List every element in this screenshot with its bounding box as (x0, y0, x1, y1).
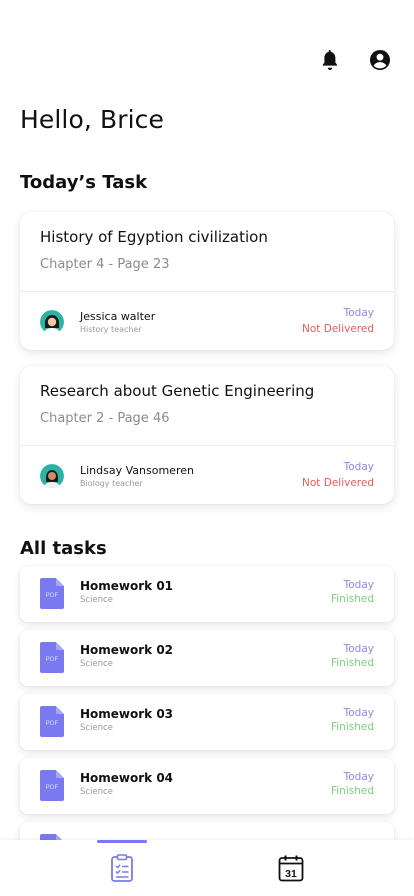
task-title: History of Egyption civilization (40, 228, 268, 246)
homework-card[interactable]: PDF Homework 03 Science Today Finished (20, 694, 394, 750)
homework-card[interactable]: PDF Homework 02 Science Today Finished (20, 630, 394, 686)
task-chapter: Chapter 2 - Page 46 (40, 411, 170, 426)
due-label: Today (343, 307, 374, 319)
status-label: Finished (330, 657, 374, 669)
due-label: Today (343, 643, 374, 655)
status-label: Finished (330, 721, 374, 733)
teacher-name: Lindsay Vansomeren (80, 464, 194, 477)
due-label: Today (343, 771, 374, 783)
todays-task-heading: Today’s Task (20, 172, 148, 193)
bell-icon[interactable] (318, 48, 342, 72)
greeting-title: Hello, Brice (20, 105, 164, 134)
all-tasks-heading: All tasks (20, 538, 107, 559)
today-task-card[interactable]: History of Egyption civilization Chapter… (20, 212, 394, 350)
status-label: Not Delivered (302, 477, 374, 489)
pdf-icon: PDF (40, 770, 64, 801)
task-chapter: Chapter 4 - Page 23 (40, 257, 170, 272)
status-label: Not Delivered (302, 323, 374, 335)
teacher-role: Biology teacher (80, 479, 143, 488)
status-label: Finished (330, 593, 374, 605)
calendar-icon[interactable]: 31 (278, 854, 304, 882)
pdf-label: PDF (46, 656, 59, 663)
teacher-avatar (40, 464, 64, 488)
account-icon[interactable] (368, 48, 392, 72)
active-tab-indicator (97, 840, 147, 843)
status-label: Finished (330, 785, 374, 797)
pdf-icon: PDF (40, 578, 64, 609)
homework-subject: Science (80, 787, 113, 797)
today-task-card[interactable]: Research about Genetic Engineering Chapt… (20, 366, 394, 504)
homework-title: Homework 01 (80, 579, 174, 593)
divider (20, 445, 394, 446)
homework-title: Homework 02 (80, 643, 174, 657)
task-title: Research about Genetic Engineering (40, 382, 315, 400)
pdf-label: PDF (46, 592, 59, 599)
calendar-day: 31 (285, 868, 297, 880)
homework-title: Homework 03 (80, 707, 174, 721)
due-label: Today (343, 707, 374, 719)
teacher-name: Jessica walter (80, 310, 156, 323)
homework-card[interactable]: PDF Homework 01 Science Today Finished (20, 566, 394, 622)
pdf-icon: PDF (40, 642, 64, 673)
clipboard-tasks-icon[interactable] (109, 854, 135, 882)
bottom-navigation: 31 (0, 840, 414, 896)
homework-subject: Science (80, 595, 113, 605)
due-label: Today (343, 461, 374, 473)
top-bar (318, 48, 392, 72)
pdf-label: PDF (46, 784, 59, 791)
divider (20, 291, 394, 292)
pdf-icon: PDF (40, 706, 64, 737)
homework-subject: Science (80, 723, 113, 733)
pdf-label: PDF (46, 720, 59, 727)
teacher-role: History teacher (80, 325, 142, 334)
homework-card[interactable]: PDF Homework 04 Science Today Finished (20, 758, 394, 814)
homework-title: Homework 04 (80, 771, 174, 785)
due-label: Today (343, 579, 374, 591)
teacher-avatar (40, 310, 64, 334)
homework-subject: Science (80, 659, 113, 669)
